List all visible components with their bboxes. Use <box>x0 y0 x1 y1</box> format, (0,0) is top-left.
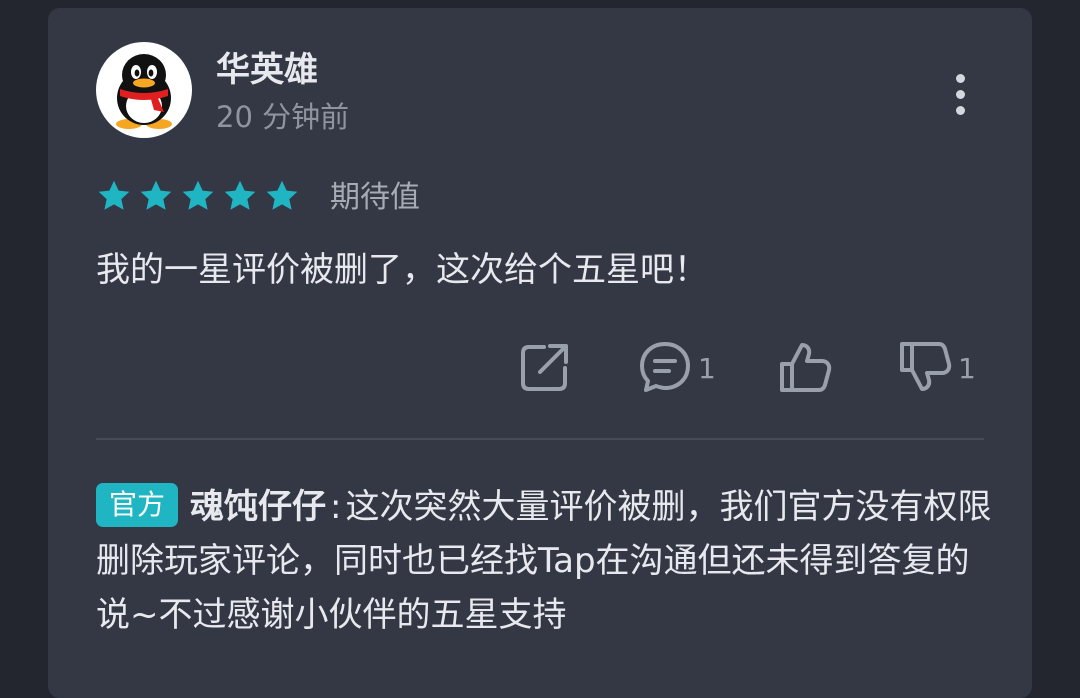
comment-button[interactable]: 1 <box>638 340 728 394</box>
dislike-count: 1 <box>958 352 976 385</box>
comment-icon <box>640 342 690 392</box>
review-card: 华英雄 20 分钟前 期待值 我的一星评价被删了，这次给个五星吧！ 1 1 官方… <box>48 8 1032 698</box>
review-content: 我的一星评价被删了，这次给个五星吧！ <box>96 250 708 290</box>
divider <box>96 438 984 440</box>
review-timestamp: 20 分钟前 <box>216 100 350 134</box>
thumbs-up-icon <box>780 343 832 392</box>
user-name[interactable]: 华英雄 <box>216 50 318 90</box>
dislike-button[interactable]: 1 <box>898 340 988 394</box>
comment-count: 1 <box>698 352 716 385</box>
official-reply[interactable]: 官方 魂饨仔仔: 这次突然大量评价被删，我们官方没有权限删除玩家评论，同时也已经找T… <box>96 480 996 642</box>
reply-separator: : <box>330 487 342 527</box>
share-icon <box>521 344 568 391</box>
thumbs-down-icon <box>900 342 952 391</box>
star-icon <box>266 180 298 210</box>
qq-penguin-icon <box>116 54 172 129</box>
rating-label: 期待值 <box>330 180 420 215</box>
star-icon <box>98 180 130 210</box>
star-icon <box>182 180 214 210</box>
official-badge: 官方 <box>96 483 179 527</box>
share-button[interactable] <box>518 340 574 394</box>
star-icon <box>140 180 172 210</box>
like-button[interactable] <box>778 340 834 394</box>
star-rating <box>96 178 300 218</box>
reply-author: 魂饨仔仔 <box>190 487 327 527</box>
user-avatar[interactable] <box>96 42 192 138</box>
more-options-icon[interactable] <box>944 70 978 115</box>
star-icon <box>224 180 256 210</box>
